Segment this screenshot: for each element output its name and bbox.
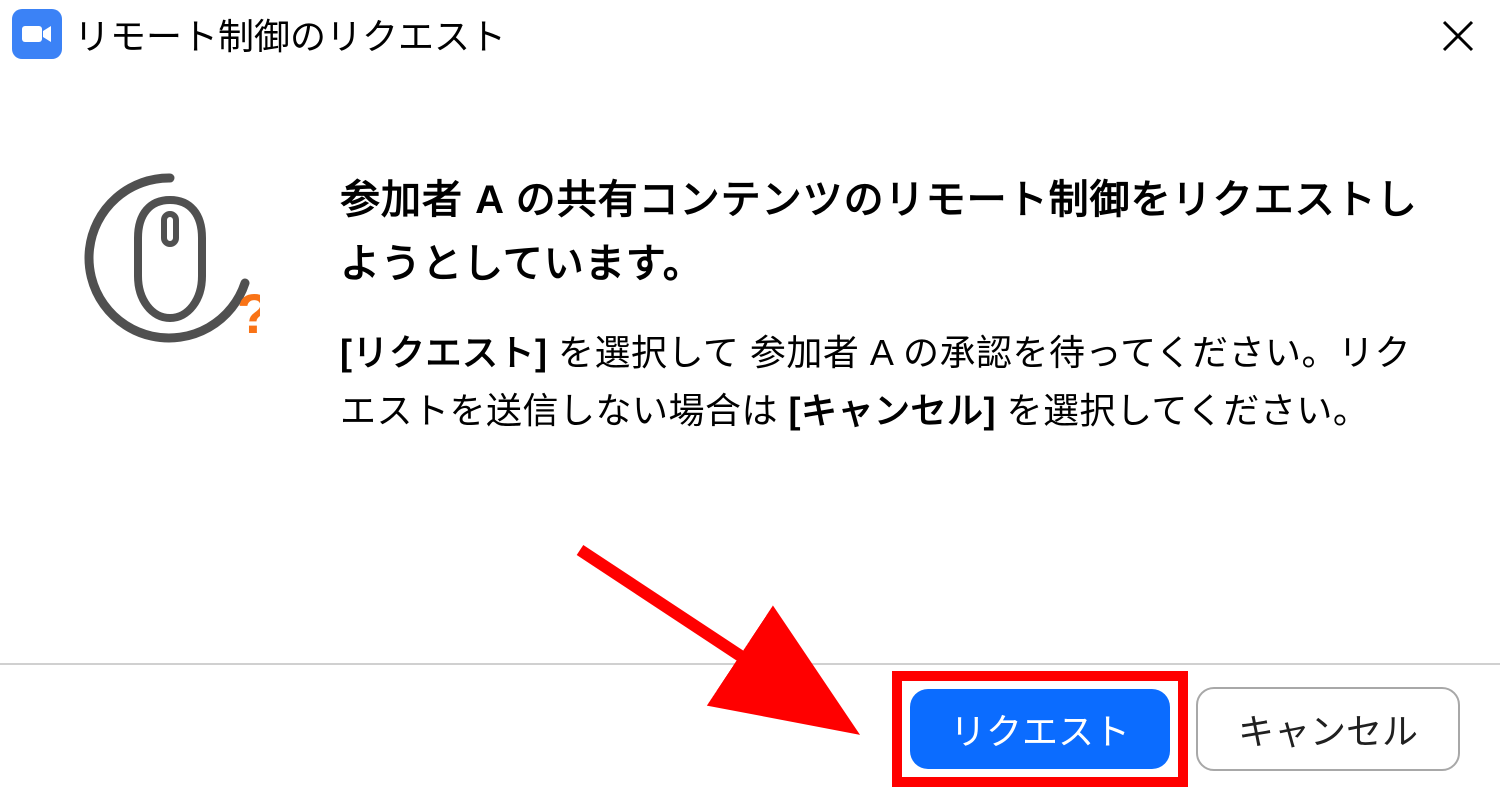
request-button[interactable]: リクエスト (910, 689, 1170, 769)
sub-message-text-2: を選択してください。 (996, 390, 1369, 431)
request-button-wrap: リクエスト (910, 689, 1170, 769)
sub-message: [リクエスト] を選択して 参加者 A の承認を待ってください。リクエストを送信… (340, 324, 1420, 439)
sub-message-bold-2: [キャンセル] (789, 390, 996, 431)
message-area: 参加者 A の共有コンテンツのリモート制御をリクエストしようとしています。 [リ… (340, 168, 1440, 439)
zoom-app-icon (12, 9, 62, 59)
dialog-title: リモート制御のリクエスト (74, 8, 506, 60)
remote-control-mouse-icon: ? (80, 168, 260, 348)
dialog-content: ? 参加者 A の共有コンテンツのリモート制御をリクエストしようとしています。 … (0, 68, 1500, 479)
close-button[interactable] (1436, 14, 1480, 58)
sub-message-bold-1: [リクエスト] (340, 332, 547, 373)
svg-text:?: ? (237, 282, 260, 345)
main-message: 参加者 A の共有コンテンツのリモート制御をリクエストしようとしています。 (340, 168, 1420, 296)
close-icon (1440, 18, 1476, 54)
dialog-footer: リクエスト キャンセル (0, 663, 1500, 781)
titlebar: リモート制御のリクエスト (0, 0, 1500, 68)
cancel-button[interactable]: キャンセル (1196, 687, 1460, 771)
video-camera-icon (19, 16, 55, 52)
